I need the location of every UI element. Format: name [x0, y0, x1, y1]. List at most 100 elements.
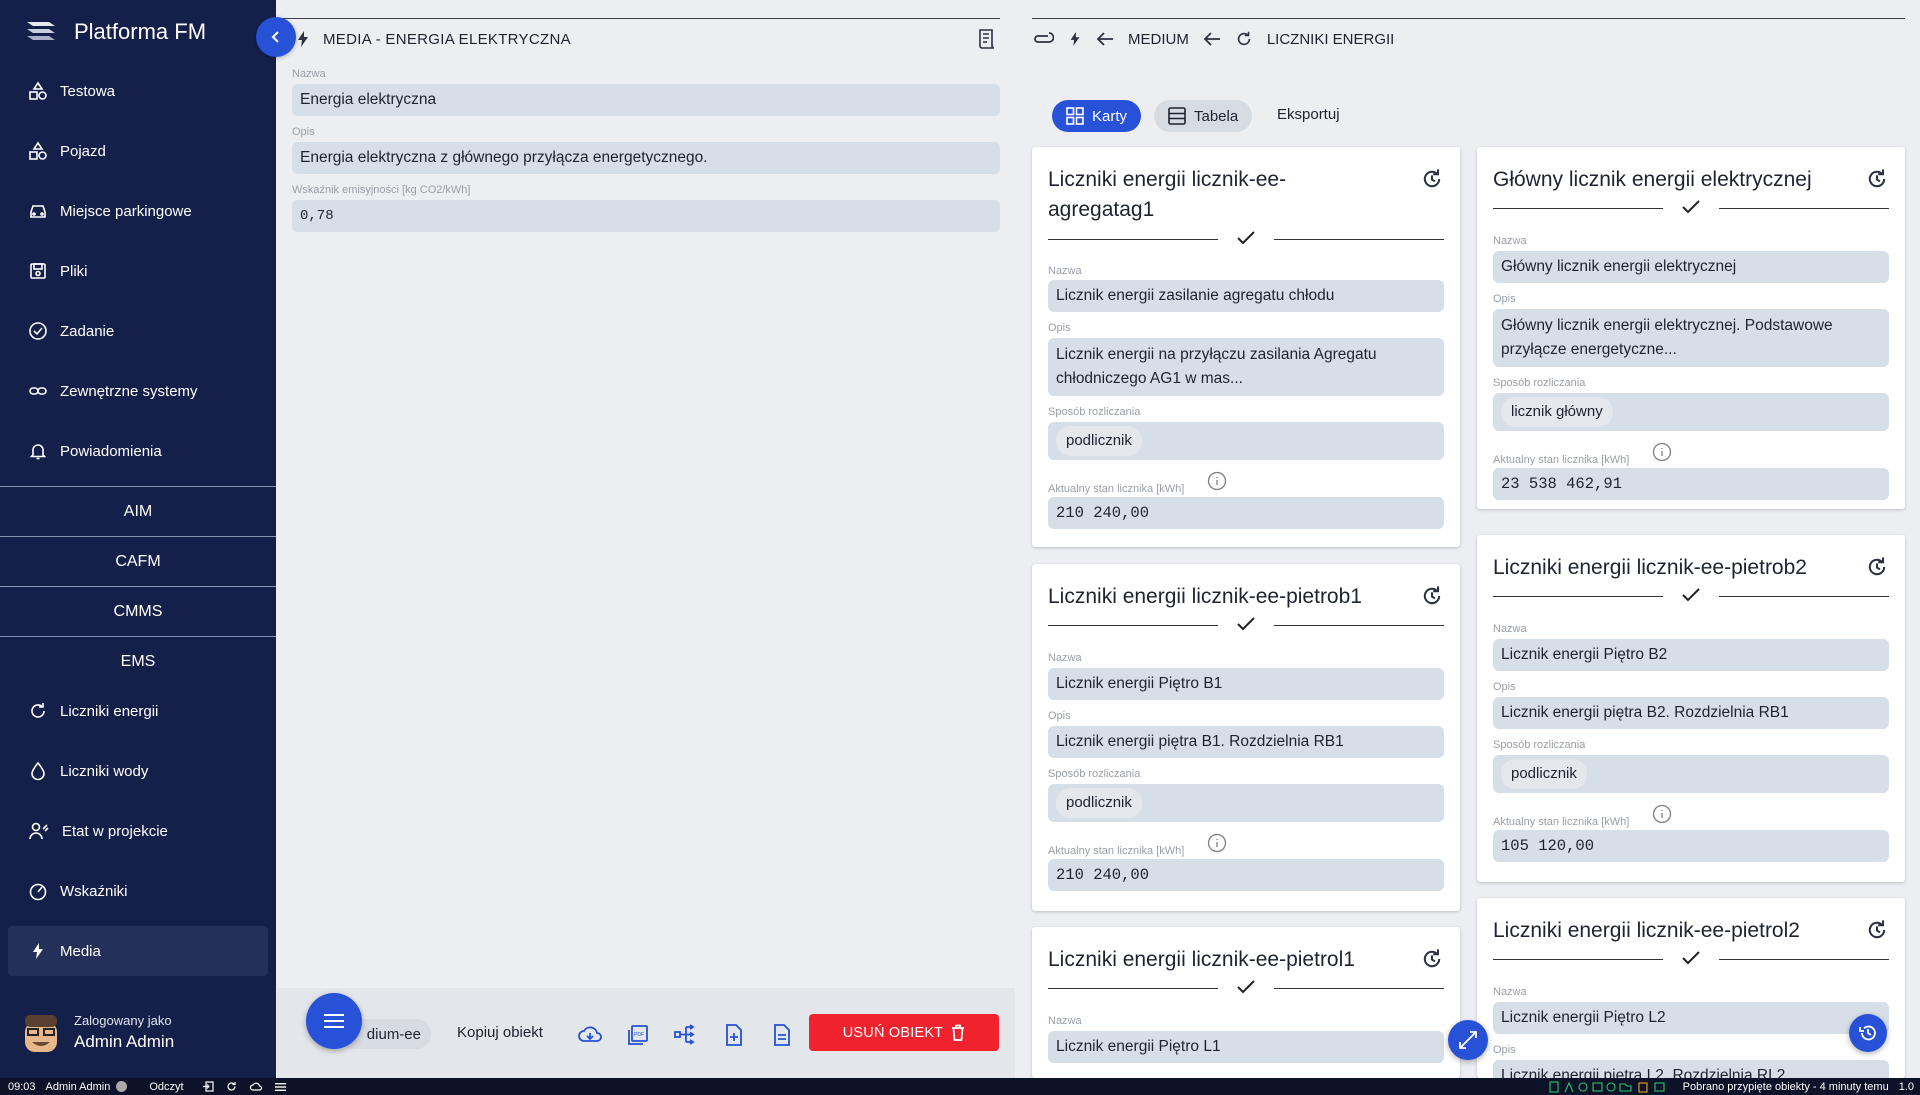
delete-label: USUŃ OBIEKT	[842, 1024, 944, 1041]
refresh-icon[interactable]	[1865, 555, 1889, 579]
sposob-field[interactable]: podlicznik	[1048, 422, 1444, 460]
sposob-field[interactable]: podlicznik	[1493, 755, 1889, 793]
copy-object-button[interactable]: Kopiuj obiekt	[457, 1024, 543, 1041]
sidebar-item-zewnetrzne-systemy[interactable]: Zewnętrzne systemy	[8, 366, 268, 416]
nazwa-value[interactable]: Licznik energii zasilanie agregatu chłod…	[1048, 280, 1444, 312]
breadcrumb-counters[interactable]: LICZNIKI ENERGII	[1267, 31, 1395, 48]
sidebar-item-label: Testowa	[60, 82, 116, 100]
section-ems[interactable]: EMS	[0, 636, 276, 686]
view-table-button[interactable]: Tabela	[1154, 100, 1253, 132]
expand-fab-button[interactable]	[1448, 1020, 1488, 1060]
info-icon[interactable]	[1207, 471, 1227, 491]
sidebar-item-label: Miejsce parkingowe	[60, 202, 192, 220]
nazwa-value[interactable]: Licznik energii Piętro L1	[1048, 1031, 1444, 1063]
sposob-chip: podlicznik	[1501, 759, 1587, 789]
sidebar-item-zadanie[interactable]: Zadanie	[8, 306, 268, 356]
sidebar-item-testowa[interactable]: Testowa	[8, 66, 268, 116]
menu-fab-button[interactable]	[306, 993, 362, 1049]
sidebar-item-pliki[interactable]: Pliki	[8, 246, 268, 296]
view-cards-button[interactable]: Karty	[1052, 100, 1142, 132]
section-cmms[interactable]: CMMS	[0, 586, 276, 636]
stan-value[interactable]: 105 120,00	[1493, 830, 1889, 862]
menu-icon[interactable]	[274, 1082, 286, 1092]
status-mode[interactable]: Odczyt	[149, 1081, 183, 1093]
sync-icon[interactable]	[226, 1081, 237, 1092]
nazwa-value[interactable]: Licznik energii Piętro B1	[1048, 668, 1444, 700]
arrow-left-icon[interactable]	[1203, 31, 1221, 47]
sposob-field[interactable]: podlicznik	[1048, 784, 1444, 822]
opis-value[interactable]: Licznik energii na przyłączu zasilania A…	[1048, 338, 1444, 396]
opis-value[interactable]: Licznik energii piętra B1. Rozdzielnia R…	[1048, 726, 1444, 758]
collapse-sidebar-button[interactable]	[256, 17, 296, 57]
emission-field[interactable]: 0,78	[292, 200, 1000, 232]
sidebar-item-powiadomienia[interactable]: Powiadomienia	[8, 426, 268, 476]
opis-field[interactable]: Energia elektryczna z głównego przyłącza…	[292, 142, 1000, 174]
meter-card[interactable]: Liczniki energii licznik-ee-pietrob1 Naz…	[1032, 564, 1460, 911]
breadcrumb-medium[interactable]: MEDIUM	[1128, 31, 1189, 48]
add-document-button[interactable]	[721, 1022, 747, 1048]
nazwa-value[interactable]: Licznik energii Piętro L2	[1493, 1002, 1889, 1034]
sidebar-item-wskazniki[interactable]: Wskaźniki	[8, 866, 268, 916]
document-button[interactable]	[769, 1022, 795, 1048]
check-icon	[1682, 588, 1700, 602]
sidebar-item-media[interactable]: Media	[8, 926, 268, 976]
info-icon[interactable]	[1207, 833, 1227, 853]
pdf-icon: PDF	[628, 1025, 648, 1045]
cloud-download-button[interactable]	[577, 1022, 603, 1048]
refresh-icon[interactable]	[1420, 947, 1444, 971]
sidebar-item-etat-w-projekcie[interactable]: Etat w projekcie	[8, 806, 268, 856]
info-icon[interactable]	[1652, 442, 1672, 462]
sidebar-item-liczniki-wody[interactable]: Liczniki wody	[8, 746, 268, 796]
sidebar-item-liczniki-energii[interactable]: Liczniki energii	[8, 686, 268, 736]
meter-card[interactable]: Liczniki energii licznik-ee-pietrol1 Naz…	[1032, 927, 1460, 1078]
avatar[interactable]	[20, 1010, 62, 1054]
opis-label: Opis	[292, 126, 315, 138]
history-fab-button[interactable]	[1849, 1014, 1887, 1052]
receipt-icon[interactable]	[977, 28, 997, 50]
check-icon	[1237, 617, 1255, 631]
section-cafm[interactable]: CAFM	[0, 536, 276, 586]
stan-value[interactable]: 23 538 462,91	[1493, 468, 1889, 500]
stan-value[interactable]: 210 240,00	[1048, 497, 1444, 529]
opis-value[interactable]: Główny licznik energii elektrycznej. Pod…	[1493, 309, 1889, 367]
refresh-icon[interactable]	[1420, 167, 1444, 191]
opis-value[interactable]: Licznik energii piętra B2. Rozdzielnia R…	[1493, 697, 1889, 729]
status-bar: 09:03 Admin Admin Odczyt Pobrano przypię…	[0, 1078, 1920, 1095]
refresh-icon[interactable]	[1420, 584, 1444, 608]
nazwa-field[interactable]: Energia elektryczna	[292, 84, 1000, 116]
cloud-icon[interactable]	[249, 1081, 263, 1092]
media-detail-panel: MEDIA - ENERGIA ELEKTRYCZNA Nazwa Energi…	[277, 0, 1015, 1078]
meter-card[interactable]: Główny licznik energii elektrycznej Nazw…	[1477, 147, 1905, 509]
paperclip-icon[interactable]	[1032, 32, 1054, 46]
status-time: 09:03	[8, 1080, 36, 1093]
sidebar-item-label: Wskaźniki	[60, 882, 128, 900]
opis-label: Opis	[1493, 293, 1516, 305]
pdf-button[interactable]: PDF	[625, 1022, 651, 1048]
sidebar-item-pojazd[interactable]: Pojazd	[8, 126, 268, 176]
arrow-left-icon[interactable]	[1096, 31, 1114, 47]
sidebar-item-miejsce-parkingowe[interactable]: Miejsce parkingowe	[8, 186, 268, 236]
opis-value[interactable]: Licznik energii piętra L2. Rozdzielnia R…	[1493, 1060, 1889, 1078]
meter-card[interactable]: Liczniki energii licznik-ee-agregatag1 N…	[1032, 147, 1460, 547]
login-icon[interactable]	[202, 1081, 214, 1092]
refresh-icon[interactable]	[1865, 167, 1889, 191]
app-logo[interactable]: Platforma FM	[24, 18, 206, 46]
stan-value[interactable]: 210 240,00	[1048, 859, 1444, 891]
meter-card[interactable]: Liczniki energii licznik-ee-pietrob2 Naz…	[1477, 535, 1905, 882]
nazwa-value[interactable]: Licznik energii Piętro B2	[1493, 639, 1889, 671]
export-button[interactable]: Eksportuj	[1277, 106, 1340, 123]
nazwa-value[interactable]: Główny licznik energii elektrycznej	[1493, 251, 1889, 283]
section-aim[interactable]: AIM	[0, 486, 276, 536]
relations-button[interactable]	[673, 1022, 699, 1048]
document-icon	[774, 1024, 790, 1046]
tray-icon[interactable]	[1547, 1080, 1667, 1093]
meter-card[interactable]: Liczniki energii licznik-ee-pietrol2 Naz…	[1477, 898, 1905, 1078]
sposob-field[interactable]: licznik główny	[1493, 393, 1889, 431]
delete-object-button[interactable]: USUŃ OBIEKT	[809, 1014, 999, 1051]
divider	[277, 18, 1000, 19]
refresh-icon[interactable]	[1865, 918, 1889, 942]
nazwa-label: Nazwa	[292, 68, 326, 80]
nazwa-label: Nazwa	[1493, 986, 1527, 998]
sidebar-item-label: Liczniki wody	[60, 762, 149, 780]
info-icon[interactable]	[1652, 804, 1672, 824]
